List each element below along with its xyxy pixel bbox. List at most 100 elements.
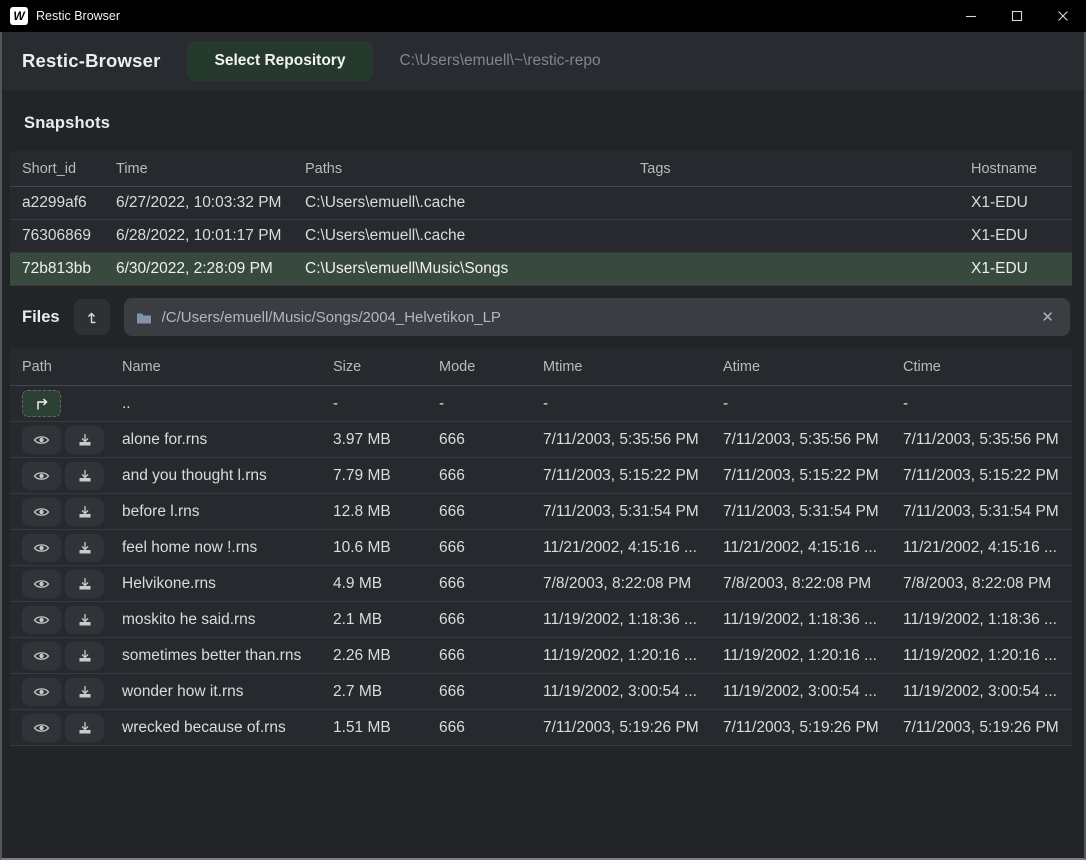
snapshots-heading: Snapshots <box>24 114 1084 133</box>
file-name: and you thought l.rns <box>122 467 267 484</box>
download-file-button[interactable] <box>65 498 104 526</box>
clear-path-button[interactable]: ✕ <box>1037 308 1058 327</box>
file-size: 3.97 MB <box>333 431 391 448</box>
file-mode: 666 <box>439 431 465 448</box>
preview-file-button[interactable] <box>22 426 61 454</box>
file-mtime: 7/11/2003, 5:19:26 PM <box>543 719 699 736</box>
file-row[interactable]: wonder how it.rns 2.7 MB 666 11/19/2002,… <box>10 674 1072 710</box>
file-name: alone for.rns <box>122 431 207 448</box>
download-file-button[interactable] <box>65 570 104 598</box>
eye-icon <box>33 470 50 482</box>
preview-file-button[interactable] <box>22 642 61 670</box>
file-path-bar[interactable]: /C/Users/emuell/Music/Songs/2004_Helveti… <box>124 298 1070 336</box>
download-file-button[interactable] <box>65 462 104 490</box>
download-icon <box>78 577 92 591</box>
column-header-mode: Mode <box>439 359 475 375</box>
file-size: 2.26 MB <box>333 647 391 664</box>
snapshot-time: 6/28/2022, 10:01:17 PM <box>116 227 281 244</box>
maximize-icon <box>1011 10 1023 22</box>
file-atime: 11/19/2002, 3:00:54 ... <box>723 683 877 700</box>
select-repository-button[interactable]: Select Repository <box>187 41 374 81</box>
download-file-button[interactable] <box>65 606 104 634</box>
file-ctime: 11/19/2002, 1:20:16 ... <box>903 647 1057 664</box>
file-row[interactable]: feel home now !.rns 10.6 MB 666 11/21/20… <box>10 530 1072 566</box>
preview-file-button[interactable] <box>22 570 61 598</box>
file-atime: 11/19/2002, 1:18:36 ... <box>723 611 877 628</box>
file-row[interactable]: and you thought l.rns 7.79 MB 666 7/11/2… <box>10 458 1072 494</box>
file-name: sometimes better than.rns <box>122 647 301 664</box>
snapshot-row[interactable]: 72b813bb 6/30/2022, 2:28:09 PM C:\Users\… <box>10 253 1072 286</box>
file-name: feel home now !.rns <box>122 539 257 556</box>
file-mtime: 11/21/2002, 4:15:16 ... <box>543 539 697 556</box>
preview-file-button[interactable] <box>22 498 61 526</box>
preview-file-button[interactable] <box>22 534 61 562</box>
preview-file-button[interactable] <box>22 678 61 706</box>
minimize-icon <box>965 10 977 22</box>
file-row[interactable]: Helvikone.rns 4.9 MB 666 7/8/2003, 8:22:… <box>10 566 1072 602</box>
snapshot-row[interactable]: a2299af6 6/27/2022, 10:03:32 PM C:\Users… <box>10 187 1072 220</box>
file-size: 4.9 MB <box>333 575 382 592</box>
file-mtime: 7/11/2003, 5:15:22 PM <box>543 467 699 484</box>
window-controls <box>948 0 1086 32</box>
close-button[interactable] <box>1040 0 1086 32</box>
files-table: Path Name Size Mode Mtime Atime Ctime <box>2 348 1084 746</box>
file-atime: - <box>723 395 728 412</box>
download-icon <box>78 649 92 663</box>
column-header-short-id: Short_id <box>22 161 76 177</box>
file-size: 1.51 MB <box>333 719 391 736</box>
file-mtime: 11/19/2002, 1:20:16 ... <box>543 647 697 664</box>
file-size: 2.1 MB <box>333 611 382 628</box>
file-atime: 7/11/2003, 5:19:26 PM <box>723 719 879 736</box>
snapshot-row[interactable]: 76306869 6/28/2022, 10:01:17 PM C:\Users… <box>10 220 1072 253</box>
file-ctime: 11/21/2002, 4:15:16 ... <box>903 539 1057 556</box>
minimize-button[interactable] <box>948 0 994 32</box>
file-row[interactable]: wrecked because of.rns 1.51 MB 666 7/11/… <box>10 710 1072 746</box>
preview-file-button[interactable] <box>22 462 61 490</box>
repository-path: C:\Users\emuell\~\restic-repo <box>399 52 600 70</box>
download-icon <box>78 541 92 555</box>
file-ctime: 7/11/2003, 5:19:26 PM <box>903 719 1059 736</box>
file-ctime: 11/19/2002, 1:18:36 ... <box>903 611 1057 628</box>
file-ctime: 7/11/2003, 5:15:22 PM <box>903 467 1059 484</box>
file-ctime: 7/8/2003, 8:22:08 PM <box>903 575 1051 592</box>
file-mode: 666 <box>439 539 465 556</box>
column-header-hostname: Hostname <box>971 161 1037 177</box>
download-file-button[interactable] <box>65 714 104 742</box>
file-atime: 11/19/2002, 1:20:16 ... <box>723 647 877 664</box>
file-atime: 7/11/2003, 5:15:22 PM <box>723 467 879 484</box>
column-header-size: Size <box>333 359 361 375</box>
download-file-button[interactable] <box>65 534 104 562</box>
file-atime: 7/11/2003, 5:31:54 PM <box>723 503 879 520</box>
preview-file-button[interactable] <box>22 606 61 634</box>
file-path-value: /C/Users/emuell/Music/Songs/2004_Helveti… <box>162 309 1028 326</box>
file-row[interactable]: alone for.rns 3.97 MB 666 7/11/2003, 5:3… <box>10 422 1072 458</box>
eye-icon <box>33 434 50 446</box>
download-file-button[interactable] <box>65 642 104 670</box>
file-mtime: - <box>543 395 548 412</box>
preview-file-button[interactable] <box>22 714 61 742</box>
file-name: moskito he said.rns <box>122 611 256 628</box>
file-mtime: 11/19/2002, 1:18:36 ... <box>543 611 697 628</box>
level-up-icon <box>84 310 99 325</box>
file-size: 12.8 MB <box>333 503 391 520</box>
download-file-button[interactable] <box>65 678 104 706</box>
maximize-button[interactable] <box>994 0 1040 32</box>
app-header: Restic-Browser Select Repository C:\User… <box>2 32 1084 90</box>
close-icon <box>1057 10 1069 22</box>
snapshot-hostname: X1-EDU <box>971 260 1028 277</box>
eye-icon <box>33 614 50 626</box>
go-parent-directory-button[interactable] <box>22 390 61 417</box>
file-row[interactable]: moskito he said.rns 2.1 MB 666 11/19/200… <box>10 602 1072 638</box>
files-heading: Files <box>22 308 60 327</box>
file-row[interactable]: sometimes better than.rns 2.26 MB 666 11… <box>10 638 1072 674</box>
snapshot-paths: C:\Users\emuell\.cache <box>305 194 465 211</box>
file-ctime: - <box>903 395 908 412</box>
level-up-button[interactable] <box>74 299 110 335</box>
column-header-mtime: Mtime <box>543 359 582 375</box>
clear-x-icon: ✕ <box>1041 309 1054 326</box>
download-file-button[interactable] <box>65 426 104 454</box>
parent-directory-row: .. - - - - - <box>10 386 1072 422</box>
file-row[interactable]: before l.rns 12.8 MB 666 7/11/2003, 5:31… <box>10 494 1072 530</box>
file-ctime: 7/11/2003, 5:31:54 PM <box>903 503 1059 520</box>
app-title: Restic-Browser <box>22 50 161 72</box>
